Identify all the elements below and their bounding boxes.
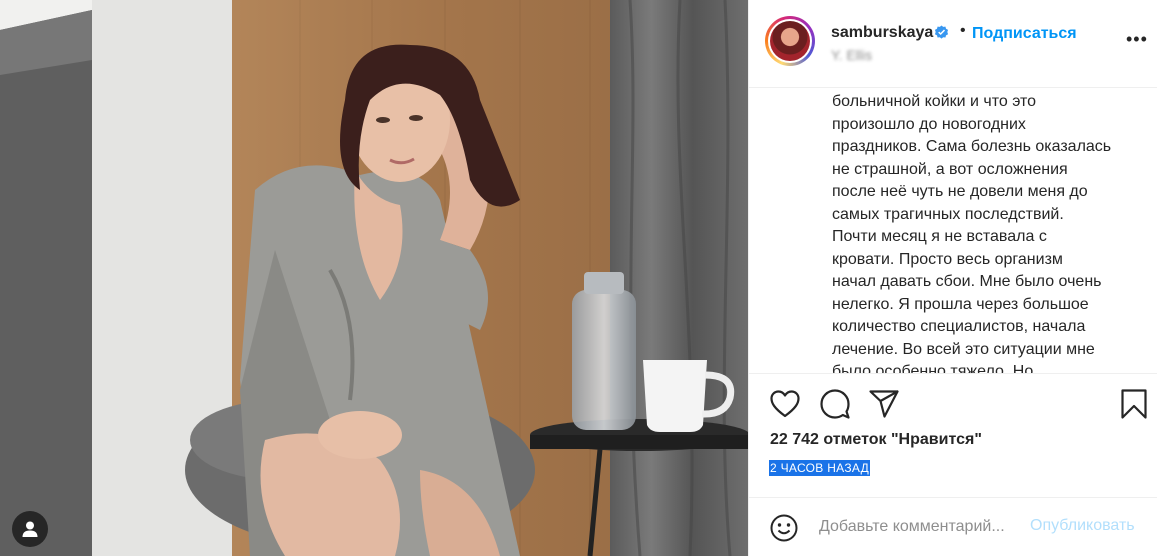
photo-image bbox=[0, 0, 748, 556]
publish-button[interactable]: Опубликовать bbox=[1030, 517, 1135, 535]
caption-scroll-area[interactable]: больничной койки и что это произошло до н… bbox=[749, 89, 1157, 373]
post-timestamp[interactable]: 2 часов назад bbox=[769, 460, 871, 476]
caption-line: начал давать сбои. Мне было очень bbox=[832, 273, 1102, 290]
comment-bar: Опубликовать bbox=[749, 497, 1157, 556]
tagged-users-button[interactable] bbox=[12, 511, 48, 547]
location-link[interactable]: Y. Ellis bbox=[831, 47, 872, 63]
caption-line: после неё чуть не довели меня до bbox=[832, 183, 1088, 200]
send-icon bbox=[869, 390, 899, 418]
more-options-icon[interactable]: ••• bbox=[1126, 30, 1148, 48]
caption-line: Почти месяц я не вставала с bbox=[832, 228, 1047, 245]
like-button[interactable] bbox=[768, 387, 802, 421]
caption-line: кровати. Просто весь организм bbox=[832, 250, 1063, 268]
comment-input[interactable] bbox=[819, 516, 1029, 538]
caption-line: лечение. Во всей это ситуации мне bbox=[832, 340, 1095, 358]
caption-line: не страшной, а вот осложнения bbox=[832, 160, 1068, 178]
comment-button[interactable] bbox=[818, 387, 852, 421]
heart-icon bbox=[770, 390, 800, 418]
post-photo[interactable] bbox=[0, 0, 748, 556]
caption-line: количество специалистов, начала bbox=[832, 318, 1086, 335]
share-button[interactable] bbox=[867, 387, 901, 421]
comment-icon bbox=[820, 389, 850, 419]
username-link[interactable]: samburskaya bbox=[831, 24, 933, 42]
post-panel: samburskaya • Подписаться Y. Ellis ••• б… bbox=[748, 0, 1157, 556]
caption-line: нелегко. Я прошла через большое bbox=[832, 295, 1089, 313]
follow-button[interactable]: Подписаться bbox=[972, 25, 1077, 43]
separator-dot: • bbox=[960, 22, 966, 39]
caption-line: было особенно тяжело. Но bbox=[832, 363, 1034, 373]
caption-line: самых трагичных последствий. bbox=[832, 205, 1064, 223]
post-caption: больничной койки и что это произошло до н… bbox=[832, 91, 1132, 373]
user-icon bbox=[22, 521, 38, 537]
bookmark-icon bbox=[1121, 389, 1147, 419]
caption-line: произошло до новогодних bbox=[832, 115, 1026, 133]
action-bar bbox=[749, 373, 1157, 433]
verified-badge-icon bbox=[934, 25, 949, 39]
save-button[interactable] bbox=[1117, 387, 1151, 421]
caption-line: больничной койки и что это bbox=[832, 93, 1037, 110]
post-header: samburskaya • Подписаться Y. Ellis ••• bbox=[749, 0, 1157, 88]
emoji-button[interactable] bbox=[767, 511, 801, 545]
caption-line: праздников. Сама болезнь оказалась bbox=[832, 138, 1112, 155]
likes-count[interactable]: 22 742 отметок "Нравится" bbox=[770, 431, 982, 449]
smiley-icon bbox=[770, 514, 798, 542]
avatar[interactable] bbox=[765, 16, 815, 66]
